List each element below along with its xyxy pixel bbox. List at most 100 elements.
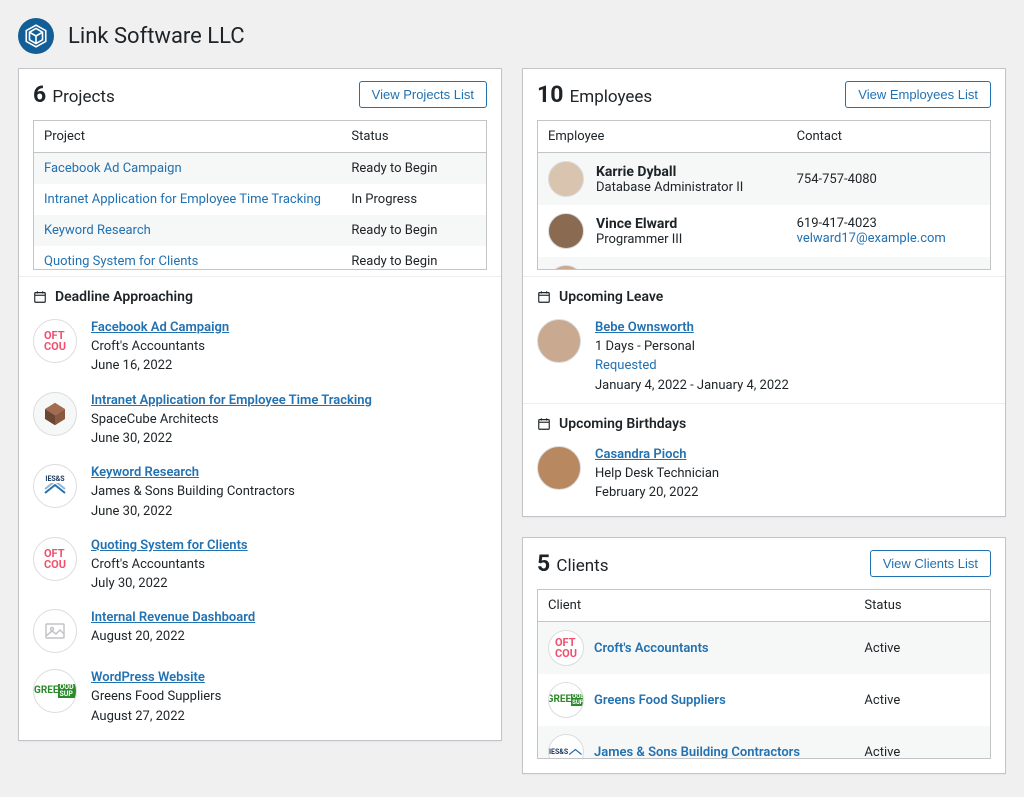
project-link[interactable]: Keyword Research — [44, 223, 151, 238]
client-icon — [33, 392, 77, 436]
employees-col-contact: Contact — [787, 121, 990, 153]
client-link[interactable]: James & Sons Building Contractors — [594, 745, 800, 760]
company-name: Link Software LLC — [68, 24, 245, 49]
clients-col-status: Status — [854, 590, 990, 622]
leave-item: Bebe Ownsworth 1 Days - Personal Request… — [523, 311, 1005, 403]
page-header: Link Software LLC — [18, 18, 1006, 54]
birthday-heading: Upcoming Birthdays — [523, 403, 1005, 438]
deadline-item: Intranet Application for Employee Time T… — [19, 384, 501, 457]
clients-table-region[interactable]: Client Status OFTCOU Croft's Accou — [537, 589, 991, 759]
client-link[interactable]: Greens Food Suppliers — [594, 693, 726, 708]
table-row: Keyword Research Ready to Begin — [34, 215, 486, 246]
employees-title: 10 Employees — [537, 81, 652, 108]
table-row: Vince Elward Programmer III 619-417-4023… — [538, 205, 990, 257]
client-icon: IES&S — [548, 734, 584, 759]
deadline-heading: Deadline Approaching — [19, 276, 501, 311]
deadline-client: Croft's Accountants — [91, 556, 248, 574]
view-clients-button[interactable]: View Clients List — [870, 550, 991, 577]
employees-count: 10 — [537, 81, 563, 108]
project-status: Ready to Begin — [341, 153, 486, 185]
calendar-icon — [537, 417, 551, 431]
clients-label: Clients — [556, 556, 608, 576]
projects-col-status: Status — [341, 121, 486, 153]
employee-name: Bebe Ownsworth — [596, 268, 757, 271]
avatar — [537, 319, 581, 363]
view-employees-button[interactable]: View Employees List — [845, 81, 991, 108]
deadline-date: June 30, 2022 — [91, 430, 372, 448]
projects-count: 6 — [33, 81, 46, 108]
deadline-project-link[interactable]: Keyword Research — [91, 464, 295, 482]
project-status: In Progress — [341, 184, 486, 215]
table-row: Facebook Ad Campaign Ready to Begin — [34, 153, 486, 185]
client-icon: OFTCOU — [33, 319, 77, 363]
deadline-item: Internal Revenue Dashboard August 20, 20… — [19, 601, 501, 661]
client-status: Active — [854, 726, 990, 759]
deadline-client: James & Sons Building Contractors — [91, 483, 295, 501]
deadline-client: Croft's Accountants — [91, 338, 229, 356]
project-link[interactable]: Quoting System for Clients — [44, 254, 198, 269]
employee-role: Database Administrator II — [596, 180, 743, 195]
birthday-role: Help Desk Technician — [595, 465, 719, 483]
leave-employee-link[interactable]: Bebe Ownsworth — [595, 319, 789, 337]
employees-col-employee: Employee — [538, 121, 787, 153]
project-link[interactable]: Facebook Ad Campaign — [44, 161, 182, 176]
client-link[interactable]: Croft's Accountants — [594, 641, 709, 656]
table-row: GREEOOD SUP Greens Food Suppliers Active — [538, 674, 990, 726]
deadline-date: August 20, 2022 — [91, 628, 255, 646]
deadline-heading-text: Deadline Approaching — [55, 289, 193, 305]
table-row: Bebe Ownsworth Human Resources Manager 9… — [538, 257, 990, 270]
leave-heading-text: Upcoming Leave — [559, 289, 663, 305]
birthday-heading-text: Upcoming Birthdays — [559, 416, 686, 432]
employees-table-region[interactable]: Employee Contact — [537, 120, 991, 270]
client-icon: GREEOOD SUP — [548, 682, 584, 718]
deadline-project-link[interactable]: Quoting System for Clients — [91, 537, 248, 555]
deadline-item: GREEOOD SUP WordPress Website Greens Foo… — [19, 661, 501, 740]
leave-status-link[interactable]: Requested — [595, 357, 789, 375]
deadline-client: Greens Food Suppliers — [91, 688, 221, 706]
employees-label: Employees — [570, 87, 653, 107]
table-row: Intranet Application for Employee Time T… — [34, 184, 486, 215]
projects-table-region[interactable]: Project Status Facebook Ad Campaign Read… — [33, 120, 487, 270]
client-icon: IES&S — [33, 464, 77, 508]
projects-label: Projects — [52, 87, 114, 107]
deadline-item: OFTCOU Quoting System for Clients Croft'… — [19, 529, 501, 602]
deadline-project-link[interactable]: WordPress Website — [91, 669, 221, 687]
projects-col-project: Project — [34, 121, 341, 153]
deadline-project-link[interactable]: Facebook Ad Campaign — [91, 319, 229, 337]
deadline-date: August 27, 2022 — [91, 708, 221, 726]
deadline-project-link[interactable]: Intranet Application for Employee Time T… — [91, 392, 372, 410]
deadline-date: July 30, 2022 — [91, 575, 248, 593]
client-icon: GREEOOD SUP — [33, 669, 77, 713]
client-status: Active — [854, 674, 990, 726]
project-link[interactable]: Intranet Application for Employee Time T… — [44, 192, 321, 207]
client-icon: OFTCOU — [548, 630, 584, 666]
client-icon: OFTCOU — [33, 537, 77, 581]
employees-card: 10 Employees View Employees List Employe… — [522, 68, 1006, 517]
employee-phone: 914-481-7549 — [797, 268, 980, 270]
employee-name: Karrie Dyball — [596, 164, 743, 180]
table-row: OFTCOU Croft's Accountants Active — [538, 622, 990, 675]
deadline-project-link[interactable]: Internal Revenue Dashboard — [91, 609, 255, 627]
clients-table: Client Status OFTCOU Croft's Accou — [538, 590, 990, 759]
employee-name: Vince Elward — [596, 216, 682, 232]
deadline-date: June 16, 2022 — [91, 357, 229, 375]
table-row: Karrie Dyball Database Administrator II … — [538, 153, 990, 206]
avatar — [548, 265, 584, 270]
projects-title: 6 Projects — [33, 81, 115, 108]
avatar — [548, 161, 584, 197]
projects-card: 6 Projects View Projects List Project St… — [18, 68, 502, 741]
employees-table: Employee Contact — [538, 121, 990, 270]
view-projects-button[interactable]: View Projects List — [359, 81, 487, 108]
clients-title: 5 Clients — [537, 550, 609, 577]
table-row: Quoting System for Clients Ready to Begi… — [34, 246, 486, 270]
calendar-icon — [537, 290, 551, 304]
deadline-date: June 30, 2022 — [91, 503, 295, 521]
leave-dates: January 4, 2022 - January 4, 2022 — [595, 377, 789, 395]
deadline-item: IES&S Keyword Research James & Sons Buil… — [19, 456, 501, 529]
employee-email-link[interactable]: velward17@example.com — [797, 231, 946, 246]
birthday-employee-link[interactable]: Casandra Pioch — [595, 446, 719, 464]
employee-phone: 619-417-4023 — [797, 216, 980, 231]
avatar — [537, 446, 581, 490]
client-status: Active — [854, 622, 990, 675]
clients-card: 5 Clients View Clients List Client Statu… — [522, 537, 1006, 774]
